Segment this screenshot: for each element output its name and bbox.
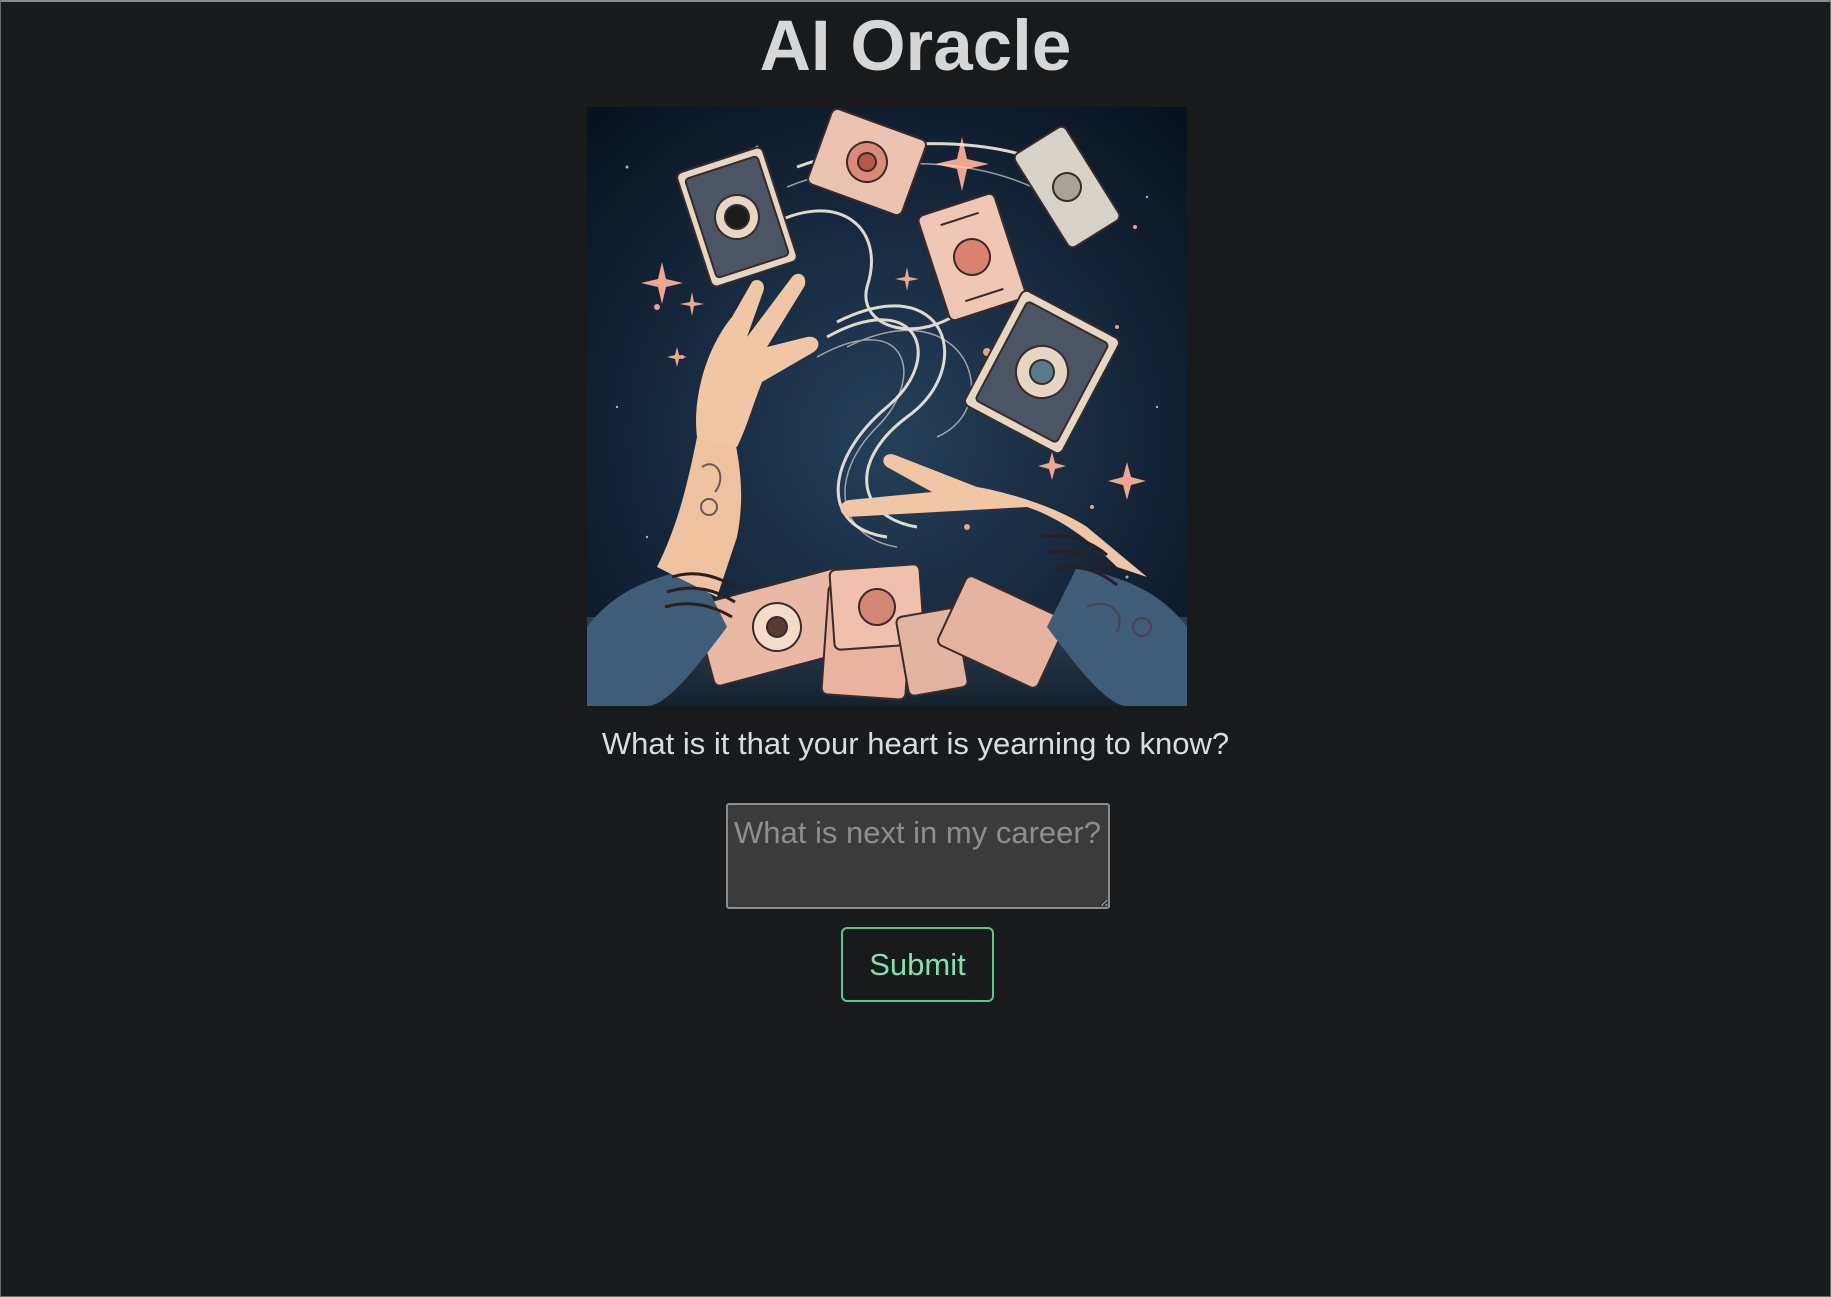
submit-button[interactable]: Submit [841, 927, 994, 1002]
page-frame: AI Oracle What is it that your heart is … [0, 0, 1831, 1297]
tarot-hero-image [587, 107, 1187, 706]
question-prompt: What is it that your heart is yearning t… [601, 726, 1230, 761]
question-input[interactable] [726, 803, 1110, 909]
page-title: AI Oracle [759, 7, 1072, 86]
tarot-illustration-icon [587, 107, 1187, 706]
